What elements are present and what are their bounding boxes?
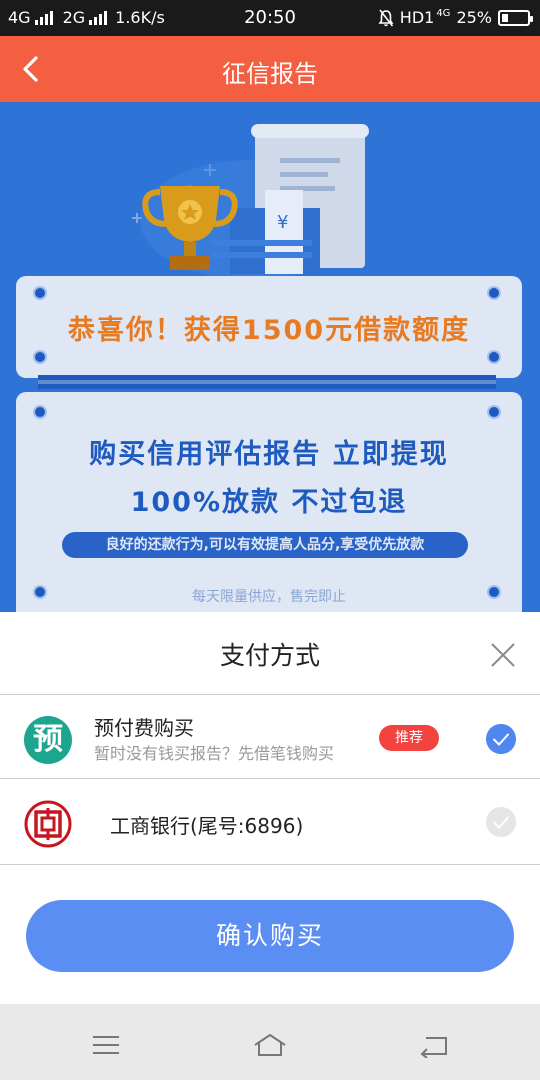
prepaid-icon: 预 — [24, 716, 72, 764]
rivet-dot — [33, 286, 47, 300]
option-sublabel: 暂时没有钱买报告？先借笔钱购买 — [94, 744, 335, 763]
checkmark-selected-icon[interactable] — [486, 724, 516, 754]
divider — [0, 694, 540, 695]
tagline-pill: 良好的还款行为,可以有效提高人品分,享受优先放款 — [62, 532, 468, 558]
rivet-dot — [487, 585, 501, 599]
option-label: 预付费购买 — [94, 716, 194, 740]
payment-sheet: 支付方式 预 预付费购买 暂时没有钱买报告？先借笔钱购买 推荐 工商银行(尾号:… — [0, 612, 540, 1004]
status-bar: 4G 2G 1.6K/s 20:50 HD1 4G 25% — [0, 0, 540, 36]
system-nav-bar — [0, 1004, 540, 1080]
svg-text:¥: ¥ — [277, 212, 288, 233]
home-icon[interactable] — [252, 1032, 288, 1058]
recommend-badge: 推荐 — [379, 725, 439, 751]
rivet-dot — [487, 350, 501, 364]
payment-option-prepaid[interactable]: 预 预付费购买 暂时没有钱买报告？先借笔钱购买 推荐 — [0, 696, 540, 778]
divider — [0, 864, 540, 865]
congrats-card: 恭喜你！获得1500元借款额度 — [16, 276, 522, 378]
offer-card: 购买信用评估报告 立即提现 100%放款 不过包退 良好的还款行为,可以有效提高… — [16, 392, 522, 612]
rivet-dot — [487, 405, 501, 419]
divider — [0, 778, 540, 779]
sheet-title: 支付方式 — [219, 641, 320, 670]
rivet-dot — [33, 585, 47, 599]
checkmark-unselected-icon[interactable] — [486, 807, 516, 837]
icbc-bank-icon — [24, 800, 72, 848]
menu-icon[interactable] — [90, 1032, 122, 1058]
app-header: 征信报告 — [0, 36, 540, 102]
rivet-dot — [487, 286, 501, 300]
option-label: 工商银行(尾号:6896) — [110, 814, 304, 838]
rivet-dot — [33, 405, 47, 419]
hd-indicator: HD1 — [399, 8, 435, 27]
battery-icon — [498, 9, 533, 26]
trophy-report-illustration: ¥ — [132, 124, 369, 280]
battery-fill — [502, 13, 508, 22]
card-connector — [38, 375, 496, 389]
page-title: 征信报告 — [222, 60, 318, 88]
limited-supply-note: 每天限量供应，售完即止 — [192, 589, 346, 605]
rivet-dot — [33, 350, 47, 364]
payment-option-icbc[interactable]: 工商银行(尾号:6896) — [0, 780, 540, 864]
confirm-purchase-button[interactable]: 确认购买 — [26, 900, 514, 972]
guarantee-headline: 100%放款 不过包退 — [130, 487, 408, 518]
promo-banner: ¥ 恭喜你！获得1500元借款额度 购买信用评估报告 立即提现 100%放款 不… — [0, 102, 540, 612]
mute-bell-icon — [378, 9, 394, 26]
battery-percent: 25% — [456, 8, 492, 27]
back-icon[interactable] — [418, 1032, 450, 1058]
congrats-text: 恭喜你！获得1500元借款额度 — [67, 315, 471, 346]
network-type-3: 4G — [436, 8, 451, 19]
close-icon[interactable] — [488, 640, 518, 670]
buy-report-headline: 购买信用评估报告 立即提现 — [89, 439, 449, 470]
